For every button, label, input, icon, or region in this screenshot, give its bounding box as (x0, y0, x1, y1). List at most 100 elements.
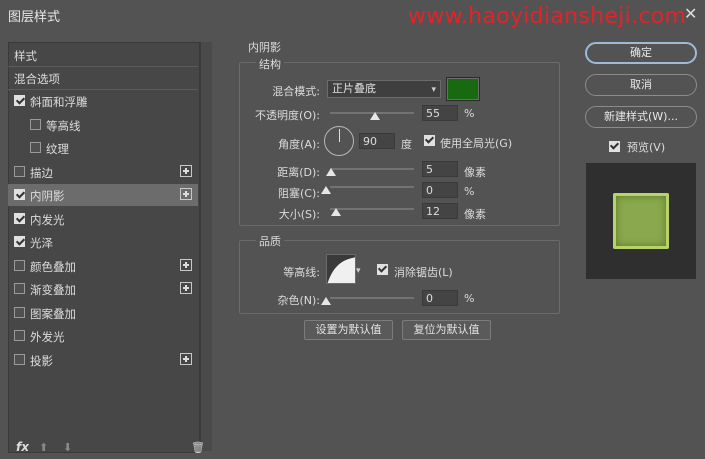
opacity-unit: % (464, 107, 475, 120)
style-item[interactable]: 光泽 (8, 231, 198, 253)
style-item[interactable]: 颜色叠加 (8, 255, 198, 277)
size-input[interactable]: 12 (422, 203, 458, 219)
style-item[interactable]: 斜面和浮雕 (8, 90, 198, 112)
styles-header[interactable]: 样式 (8, 44, 198, 66)
move-up-icon[interactable]: ⬆ (39, 441, 48, 454)
choke-label: 阻塞(C): (278, 187, 320, 200)
style-item[interactable]: 内发光 (8, 208, 198, 230)
quality-title: 品质 (256, 233, 284, 249)
style-item-label: 图案叠加 (30, 306, 76, 321)
angle-label: 角度(A): (278, 138, 320, 151)
structure-title: 结构 (256, 56, 284, 72)
size-slider[interactable] (330, 208, 414, 210)
angle-input[interactable]: 90 (359, 133, 395, 149)
watermark: www.haoyidiansheji.com (408, 4, 687, 29)
choke-slider[interactable] (330, 186, 414, 188)
contour-label: 等高线: (283, 266, 320, 279)
global-light-label: 使用全局光(G) (440, 137, 513, 150)
opacity-input[interactable]: 55 (422, 105, 458, 121)
add-effect-icon[interactable] (180, 258, 192, 271)
size-unit: 像素 (464, 208, 486, 221)
style-item-label: 外发光 (30, 330, 65, 344)
style-item-label: 描边 (30, 165, 53, 180)
styles-header-label: 样式 (14, 49, 37, 63)
style-item-checkbox[interactable] (14, 165, 25, 177)
preview-swatch (613, 193, 669, 249)
blend-mode-select[interactable]: 正片叠底 ▾ (327, 80, 441, 98)
shadow-color-swatch[interactable] (446, 77, 480, 101)
opacity-label: 不透明度(O): (255, 109, 320, 122)
cancel-button[interactable]: 取消 (585, 74, 697, 96)
anti-alias-checkbox[interactable] (377, 264, 388, 275)
distance-slider-thumb[interactable] (326, 168, 336, 176)
size-label: 大小(S): (278, 208, 320, 221)
add-effect-icon[interactable] (180, 188, 192, 200)
anti-alias-label: 消除锯齿(L) (394, 266, 453, 279)
distance-slider[interactable] (330, 168, 414, 170)
section-title: 内阴影 (248, 41, 281, 54)
angle-dial[interactable] (324, 126, 354, 156)
contour-chevron-icon[interactable]: ▾ (356, 266, 361, 276)
style-item-checkbox[interactable] (14, 95, 25, 106)
add-effect-icon[interactable] (180, 282, 192, 294)
choke-input[interactable]: 0 (422, 182, 458, 198)
style-item-checkbox[interactable] (30, 118, 41, 130)
noise-input[interactable]: 0 (422, 290, 458, 306)
close-icon[interactable]: ✕ (684, 4, 697, 23)
distance-input[interactable]: 5 (422, 161, 458, 177)
ok-button[interactable]: 确定 (585, 42, 697, 64)
style-item[interactable]: 外发光 (8, 325, 198, 347)
move-down-icon[interactable]: ⬇ (63, 441, 72, 454)
style-item-checkbox[interactable] (30, 142, 41, 153)
blend-options-label: 混合选项 (14, 72, 60, 86)
style-item-label: 等高线 (46, 118, 81, 133)
size-slider-thumb[interactable] (331, 208, 341, 216)
style-item-label: 内阴影 (30, 189, 65, 203)
style-item[interactable]: 纹理 (8, 137, 198, 159)
new-style-button[interactable]: 新建样式(W)... (585, 106, 697, 128)
preview-label: 预览(V) (627, 141, 666, 154)
style-item-checkbox[interactable] (14, 353, 25, 365)
add-effect-icon[interactable] (180, 352, 192, 365)
choke-slider-thumb[interactable] (321, 186, 331, 194)
noise-slider-thumb[interactable] (321, 297, 331, 305)
style-item[interactable]: 投影 (8, 349, 198, 371)
angle-unit: 度 (401, 138, 412, 151)
contour-picker[interactable] (326, 254, 356, 284)
style-item-checkbox[interactable] (14, 212, 25, 224)
style-item-checkbox[interactable] (14, 283, 25, 294)
noise-slider[interactable] (330, 297, 414, 299)
style-item-label: 纹理 (46, 142, 69, 156)
style-item-checkbox[interactable] (14, 259, 25, 271)
style-item-checkbox[interactable] (14, 189, 25, 200)
reset-default-button[interactable]: 复位为默认值 (402, 320, 491, 340)
choke-unit: % (464, 185, 475, 198)
distance-unit: 像素 (464, 166, 486, 179)
style-item-checkbox[interactable] (14, 236, 25, 247)
global-light-checkbox[interactable] (424, 135, 435, 146)
styles-list-scrollbar[interactable] (200, 42, 212, 451)
style-item[interactable]: 渐变叠加 (8, 278, 198, 300)
opacity-slider-thumb[interactable] (370, 112, 380, 120)
trash-icon[interactable]: 🗑 (191, 441, 205, 454)
blend-mode-label: 混合模式: (272, 85, 320, 98)
style-item[interactable]: 等高线 (8, 114, 198, 136)
fx-icon[interactable]: fx (16, 440, 29, 454)
style-item[interactable]: 描边 (8, 161, 198, 183)
blend-options-item[interactable]: 混合选项 (8, 67, 198, 89)
chevron-down-icon: ▾ (431, 85, 436, 95)
noise-label: 杂色(N): (277, 294, 320, 307)
style-item-label: 投影 (30, 353, 53, 368)
style-item-label: 内发光 (30, 212, 65, 227)
preview-checkbox[interactable] (609, 141, 620, 152)
style-item[interactable]: 内阴影 (8, 184, 198, 206)
add-effect-icon[interactable] (180, 164, 192, 177)
style-item-checkbox[interactable] (14, 306, 25, 318)
set-default-button[interactable]: 设置为默认值 (304, 320, 393, 340)
style-item[interactable]: 图案叠加 (8, 302, 198, 324)
style-item-label: 光泽 (30, 236, 53, 250)
window-title: 图层样式 (8, 10, 61, 25)
noise-unit: % (464, 292, 475, 305)
style-item-checkbox[interactable] (14, 330, 25, 341)
contour-curve-icon (327, 255, 355, 283)
